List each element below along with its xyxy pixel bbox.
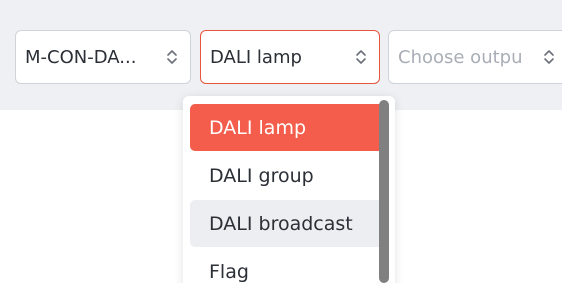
option-label: DALI broadcast [209,212,353,235]
chevron-up-down-icon [167,50,177,64]
option-label: DALI lamp [209,116,307,139]
device-select[interactable]: M-CON-DA... [15,30,191,84]
type-dropdown-menu: DALI lamp DALI group DALI broadcast Flag [183,96,395,283]
dropdown-option-flag[interactable]: Flag [190,248,388,283]
dropdown-option-dali-group[interactable]: DALI group [190,152,388,199]
chevron-up-down-icon [544,50,554,64]
option-label: DALI group [209,164,314,187]
output-select-placeholder: Choose outpu [398,46,523,68]
filter-toolbar: M-CON-DA... DALI lamp Choose outpu [0,0,562,110]
chevron-up-down-icon [356,50,366,64]
device-select-value: M-CON-DA... [25,46,137,68]
dropdown-option-dali-broadcast[interactable]: DALI broadcast [190,200,388,247]
dropdown-scrollbar[interactable] [379,100,389,283]
output-select[interactable]: Choose outpu [388,30,562,84]
page: M-CON-DA... DALI lamp Choose outpu DALI … [0,0,562,283]
dropdown-option-dali-lamp[interactable]: DALI lamp [190,104,388,151]
type-select-value: DALI lamp [210,46,302,68]
type-select[interactable]: DALI lamp [200,30,380,84]
option-label: Flag [209,260,249,283]
